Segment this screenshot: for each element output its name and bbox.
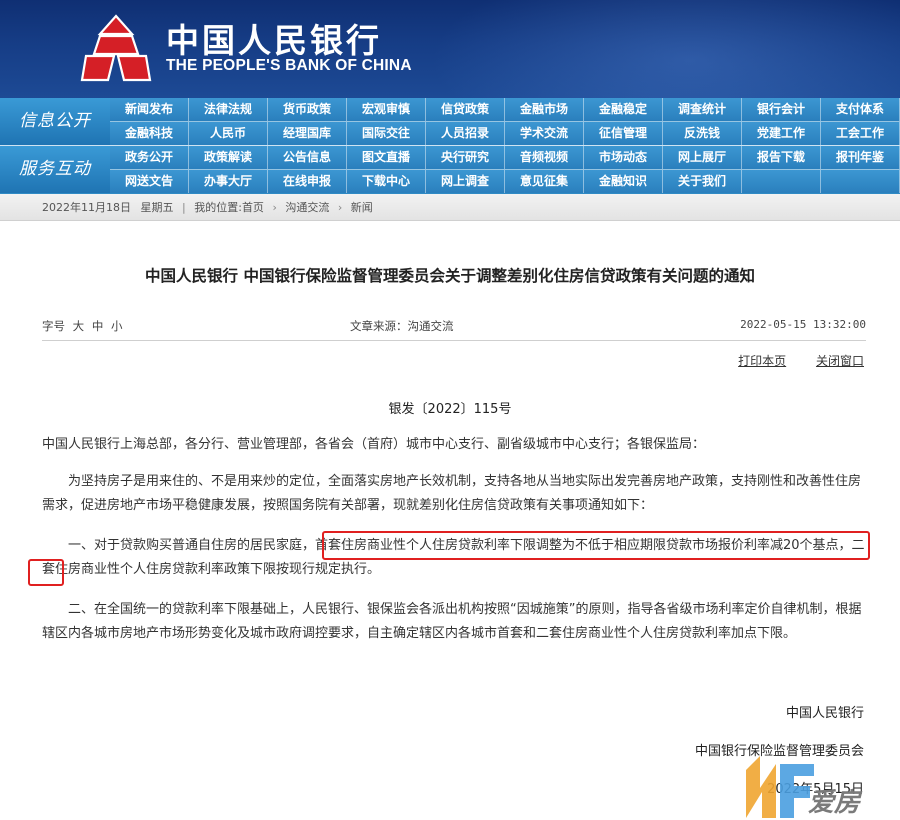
nav-item[interactable]: 意见征集 — [505, 170, 584, 193]
nav-item[interactable]: 金融稳定 — [584, 98, 663, 121]
nav-item[interactable]: 网上调查 — [426, 170, 505, 193]
breadcrumb-separator: | — [182, 201, 186, 214]
close-window-link[interactable]: 关闭窗口 — [816, 354, 864, 368]
nav-item[interactable]: 征信管理 — [584, 122, 663, 145]
breadcrumb-news[interactable]: 新闻 — [351, 201, 373, 214]
nav-section-label: 服务互动 — [0, 146, 110, 193]
breadcrumb-communication[interactable]: 沟通交流 — [285, 201, 329, 214]
watermark: 爱房 — [742, 752, 900, 820]
bank-name-en: THE PEOPLE'S BANK OF CHINA — [166, 57, 412, 74]
nav-item[interactable]: 经理国库 — [268, 122, 347, 145]
nav-item[interactable]: 关于我们 — [663, 170, 742, 193]
nav-item[interactable]: 人员招录 — [426, 122, 505, 145]
font-size-large[interactable]: 大 — [73, 319, 85, 333]
nav-item[interactable]: 在线申报 — [268, 170, 347, 193]
nav-item[interactable]: 调查统计 — [663, 98, 742, 121]
print-page-link[interactable]: 打印本页 — [738, 354, 786, 368]
article-title: 中国人民银行 中国银行保险监督管理委员会关于调整差别化住房信贷政策有关问题的通知 — [145, 267, 755, 285]
nav-item[interactable]: 政务公开 — [110, 146, 189, 169]
signatory-pboc: 中国人民银行 — [785, 706, 864, 721]
nav-row: 新闻发布 法律法规 货币政策 宏观审慎 信贷政策 金融市场 金融稳定 调查统计 … — [110, 98, 900, 121]
nav-section-label: 信息公开 — [0, 98, 110, 145]
nav-item[interactable]: 央行研究 — [426, 146, 505, 169]
header-glow — [430, 0, 900, 98]
addressee: 中国人民银行上海总部，各分行、营业管理部，各省会（首府）城市中心支行、副省级城市… — [42, 437, 706, 452]
main-nav: 信息公开 新闻发布 法律法规 货币政策 宏观审慎 信贷政策 金融市场 金融稳定 … — [0, 98, 900, 194]
article-actions: 打印本页 关闭窗口 — [712, 352, 864, 369]
nav-item[interactable]: 货币政策 — [268, 98, 347, 121]
nav-item[interactable]: 报刊年鉴 — [821, 146, 900, 169]
meta-divider — [42, 340, 866, 341]
pboc-emblem-icon[interactable] — [80, 12, 152, 84]
article-date: 2022-05-15 13:32:00 — [740, 318, 866, 331]
chevron-right-icon: › — [272, 201, 277, 214]
font-size-small[interactable]: 小 — [111, 319, 123, 333]
nav-item[interactable]: 金融科技 — [110, 122, 189, 145]
nav-item[interactable]: 报告下载 — [742, 146, 821, 169]
nav-item[interactable]: 公告信息 — [268, 146, 347, 169]
nav-item[interactable]: 新闻发布 — [110, 98, 189, 121]
font-size-control: 字号 大 中 小 — [42, 318, 122, 334]
nav-item[interactable]: 音频视频 — [505, 146, 584, 169]
nav-item[interactable]: 党建工作 — [742, 122, 821, 145]
document-number: 银发〔2022〕115号 — [388, 402, 512, 417]
nav-item[interactable]: 政策解读 — [189, 146, 268, 169]
bank-name-cn: 中国人民银行 — [166, 21, 382, 60]
watermark-text: 爱房 — [808, 788, 861, 818]
nav-item[interactable]: 网送文告 — [110, 170, 189, 193]
nav-item[interactable]: 人民币 — [189, 122, 268, 145]
breadcrumb-home[interactable]: 首页 — [242, 201, 264, 214]
nav-item[interactable]: 宏观审慎 — [347, 98, 426, 121]
breadcrumb: 2022年11月18日 星期五 | 我的位置:首页 › 沟通交流 › 新闻 — [42, 194, 373, 221]
nav-item[interactable]: 网上展厅 — [663, 146, 742, 169]
chevron-right-icon: › — [337, 201, 343, 214]
nav-item[interactable]: 工会工作 — [821, 122, 900, 145]
paragraph-item-2: 二、在全国统一的贷款利率下限基础上，人民银行、银保监会各派出机构按照“因城施策”… — [42, 602, 862, 641]
breadcrumb-bar: 2022年11月18日 星期五 | 我的位置:首页 › 沟通交流 › 新闻 — [0, 194, 900, 221]
nav-item[interactable]: 银行会计 — [742, 98, 821, 121]
site-header: 中国人民银行 THE PEOPLE'S BANK OF CHINA — [0, 0, 900, 98]
nav-section-service: 服务互动 政务公开 政策解读 公告信息 图文直播 央行研究 音频视频 市场动态 … — [0, 146, 900, 193]
nav-item[interactable]: 办事大厅 — [189, 170, 268, 193]
nav-item[interactable]: 信贷政策 — [426, 98, 505, 121]
nav-item[interactable]: 国际交往 — [347, 122, 426, 145]
nav-item[interactable]: 金融市场 — [505, 98, 584, 121]
nav-row: 政务公开 政策解读 公告信息 图文直播 央行研究 音频视频 市场动态 网上展厅 … — [110, 146, 900, 169]
nav-item[interactable]: 下载中心 — [347, 170, 426, 193]
nav-row: 金融科技 人民币 经理国库 国际交往 人员招录 学术交流 征信管理 反洗钱 党建… — [110, 122, 900, 145]
article-meta: 字号 大 中 小 文章来源：沟通交流 2022-05-15 13:32:00 — [42, 318, 866, 336]
nav-item[interactable]: 学术交流 — [505, 122, 584, 145]
nav-item[interactable]: 金融知识 — [584, 170, 663, 193]
current-date: 2022年11月18日 — [42, 201, 131, 214]
nav-item-empty — [821, 170, 900, 193]
article-source: 文章来源：沟通交流 — [350, 319, 454, 333]
location-label: 我的位置: — [194, 201, 242, 214]
font-size-label: 字号 — [42, 319, 65, 333]
nav-row: 网送文告 办事大厅 在线申报 下载中心 网上调查 意见征集 金融知识 关于我们 — [110, 170, 900, 193]
nav-item[interactable]: 市场动态 — [584, 146, 663, 169]
nav-item[interactable]: 图文直播 — [347, 146, 426, 169]
nav-item[interactable]: 反洗钱 — [663, 122, 742, 145]
paragraph-intro: 为坚持房子是用来住的、不是用来炒的定位，全面落实房地产长效机制，支持各地从当地实… — [42, 474, 862, 513]
current-weekday: 星期五 — [140, 201, 174, 214]
paragraph-item-1: 一、对于贷款购买普通自住房的居民家庭，首套住房商业性个人住房贷款利率下限调整为不… — [42, 538, 865, 577]
nav-section-info: 信息公开 新闻发布 法律法规 货币政策 宏观审慎 信贷政策 金融市场 金融稳定 … — [0, 98, 900, 145]
nav-item[interactable]: 支付体系 — [821, 98, 900, 121]
font-size-medium[interactable]: 中 — [92, 319, 104, 333]
nav-item-empty — [742, 170, 821, 193]
nav-item[interactable]: 法律法规 — [189, 98, 268, 121]
